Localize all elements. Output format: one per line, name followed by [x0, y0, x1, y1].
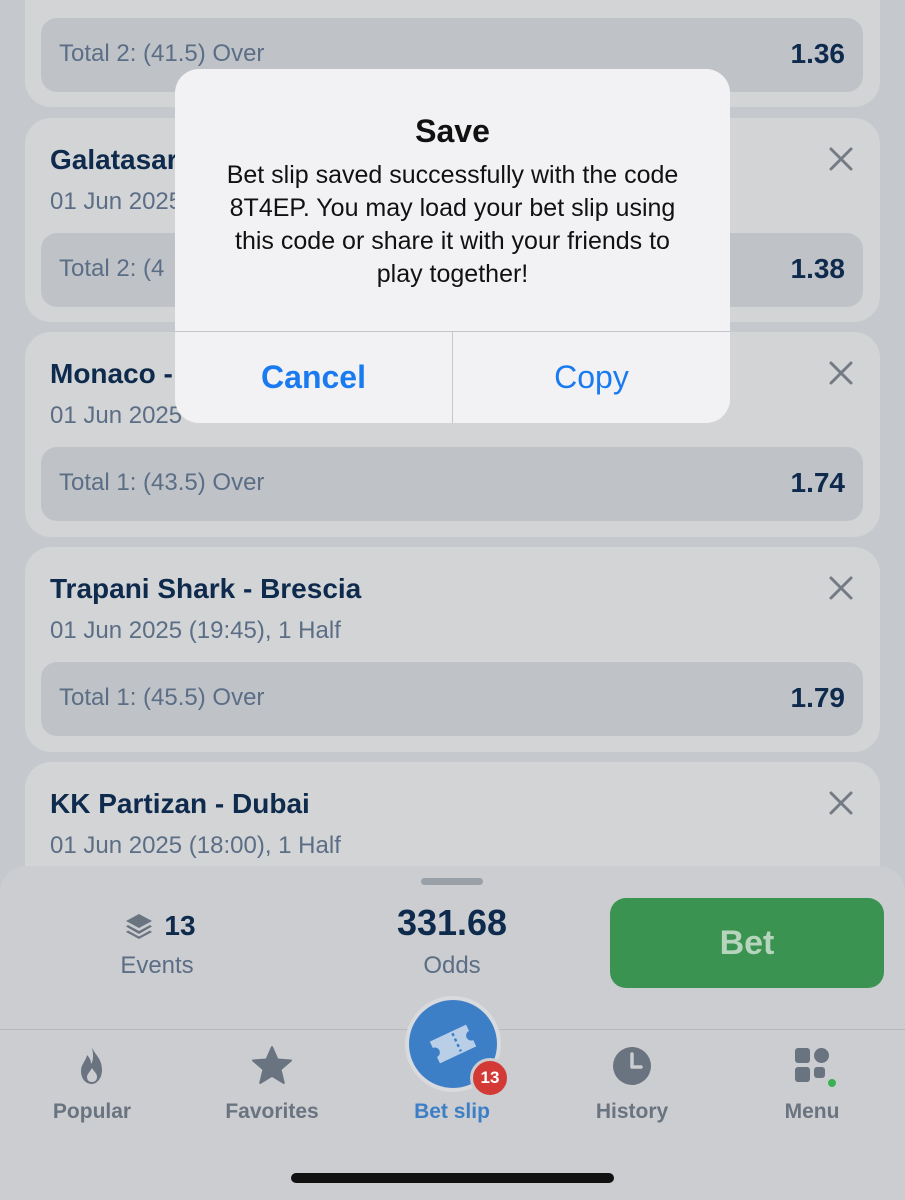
- bet-event-datetime: 01 Jun 2025: [50, 188, 183, 215]
- clock-icon: [613, 1047, 651, 1085]
- bet-card: Trapani Shark - Brescia 01 Jun 2025 (19:…: [25, 547, 880, 752]
- bet-bar: 13 Events 331.68 Odds Bet Popular Favori…: [0, 866, 905, 1200]
- bet-event-datetime: 01 Jun 2025 (18:00), 1 Half: [50, 832, 341, 859]
- events-count: 13: [100, 908, 220, 944]
- flame-icon: [81, 1047, 102, 1084]
- tab-label: History: [595, 1100, 669, 1123]
- alert-title: Save: [415, 113, 490, 149]
- layers-icon: [126, 914, 153, 939]
- tab-label: Menu: [784, 1100, 840, 1123]
- pick-label: Total 2: (4: [59, 255, 165, 282]
- bet-event-title: Trapani Shark - Brescia: [50, 573, 362, 604]
- pick-label: Total 2: (41.5) Over: [59, 40, 265, 67]
- tab-label: Favorites: [225, 1100, 319, 1123]
- betslip-count-badge: 13: [470, 1058, 510, 1098]
- tab-label: Bet slip: [414, 1100, 490, 1123]
- pick-label: Total 1: (43.5) Over: [59, 469, 265, 496]
- pick-odd: 1.79: [790, 682, 846, 713]
- tab-popular[interactable]: Popular: [12, 1044, 172, 1134]
- home-indicator: [291, 1173, 614, 1183]
- close-icon[interactable]: [828, 146, 854, 172]
- total-odds-value: 331.68: [396, 902, 508, 943]
- tab-label: Popular: [52, 1100, 132, 1123]
- bet-event-title: Monaco -: [50, 358, 173, 389]
- bet-event-title: KK Partizan - Dubai: [50, 788, 310, 819]
- tab-favorites[interactable]: Favorites: [192, 1044, 352, 1134]
- place-bet-button[interactable]: Bet: [610, 898, 884, 988]
- save-alert-dialog: Save Bet slip saved successfully with th…: [175, 69, 730, 423]
- close-icon[interactable]: [828, 575, 854, 601]
- bet-pick[interactable]: Total 1: (43.5) Over 1.74: [41, 447, 863, 521]
- menu-notification-dot: [826, 1077, 838, 1089]
- events-count-value: 13: [164, 910, 196, 941]
- star-icon: [252, 1046, 292, 1084]
- bet-event-datetime: 01 Jun 2025: [50, 402, 183, 429]
- close-icon[interactable]: [828, 360, 854, 386]
- copy-button[interactable]: Copy: [453, 332, 730, 423]
- sheet-grabber[interactable]: [421, 878, 483, 885]
- events-label: Events: [120, 952, 194, 979]
- cancel-button[interactable]: Cancel: [175, 332, 452, 423]
- pick-odd: 1.74: [790, 467, 846, 498]
- bet-pick[interactable]: Total 1: (45.5) Over 1.79: [41, 662, 863, 736]
- pick-odd: 1.36: [790, 38, 846, 69]
- pick-label: Total 1: (45.5) Over: [59, 684, 265, 711]
- tab-history[interactable]: History: [552, 1044, 712, 1134]
- alert-message: Bet slip saved successfully with the cod…: [226, 161, 679, 288]
- close-icon[interactable]: [828, 790, 854, 816]
- tab-menu[interactable]: Menu: [732, 1044, 892, 1134]
- pick-odd: 1.38: [790, 253, 846, 284]
- total-odds-label: Odds: [423, 952, 481, 979]
- bet-event-datetime: 01 Jun 2025 (19:45), 1 Half: [50, 617, 341, 644]
